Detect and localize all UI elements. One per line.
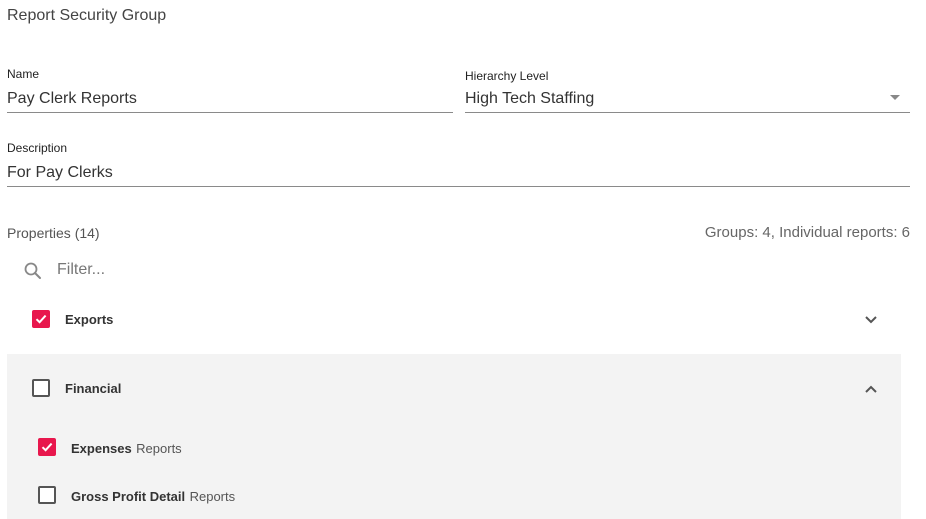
- chevron-down-icon[interactable]: [864, 313, 878, 325]
- hierarchy-underline: [465, 112, 910, 113]
- properties-label: Properties (14): [7, 225, 100, 241]
- search-icon: [23, 261, 43, 281]
- description-underline: [7, 186, 910, 187]
- filter-input[interactable]: [57, 261, 357, 279]
- financial-checkbox[interactable]: [32, 379, 50, 397]
- group-row-financial[interactable]: Financial: [7, 366, 901, 412]
- report-name: Expenses: [71, 441, 132, 456]
- list-item[interactable]: Expenses Reports: [7, 432, 901, 462]
- group-label-financial: Financial: [65, 381, 122, 396]
- hierarchy-select[interactable]: High Tech Staffing: [465, 90, 865, 108]
- report-suffix: Reports: [189, 489, 236, 504]
- list-item[interactable]: Gross Profit Detail Reports: [7, 480, 901, 510]
- hierarchy-label: Hierarchy Level: [465, 69, 549, 83]
- group-panel-financial: Financial Expenses Reports Gross Profit …: [7, 354, 901, 519]
- report-label: Expenses Reports: [71, 440, 182, 458]
- chevron-up-icon[interactable]: [864, 382, 878, 394]
- group-label-exports: Exports: [65, 312, 114, 327]
- name-label: Name: [7, 67, 40, 81]
- name-field[interactable]: Pay Clerk Reports: [7, 90, 447, 108]
- report-suffix: Reports: [136, 441, 182, 456]
- name-underline: [7, 112, 453, 113]
- page-title: Report Security Group: [7, 7, 167, 24]
- description-label: Description: [7, 141, 68, 155]
- description-field[interactable]: For Pay Clerks: [7, 164, 887, 182]
- checkmark-icon: [35, 314, 47, 324]
- gross-profit-reports-checkbox[interactable]: [38, 486, 56, 504]
- report-label: Gross Profit Detail Reports: [71, 488, 235, 506]
- group-row-exports[interactable]: Exports: [7, 296, 901, 342]
- exports-checkbox[interactable]: [32, 310, 50, 328]
- checkmark-icon: [41, 442, 53, 452]
- expenses-reports-checkbox[interactable]: [38, 438, 56, 456]
- report-name: Gross Profit Detail: [71, 489, 186, 504]
- chevron-down-icon[interactable]: [890, 95, 900, 100]
- selection-summary: Groups: 4, Individual reports: 6: [704, 224, 910, 241]
